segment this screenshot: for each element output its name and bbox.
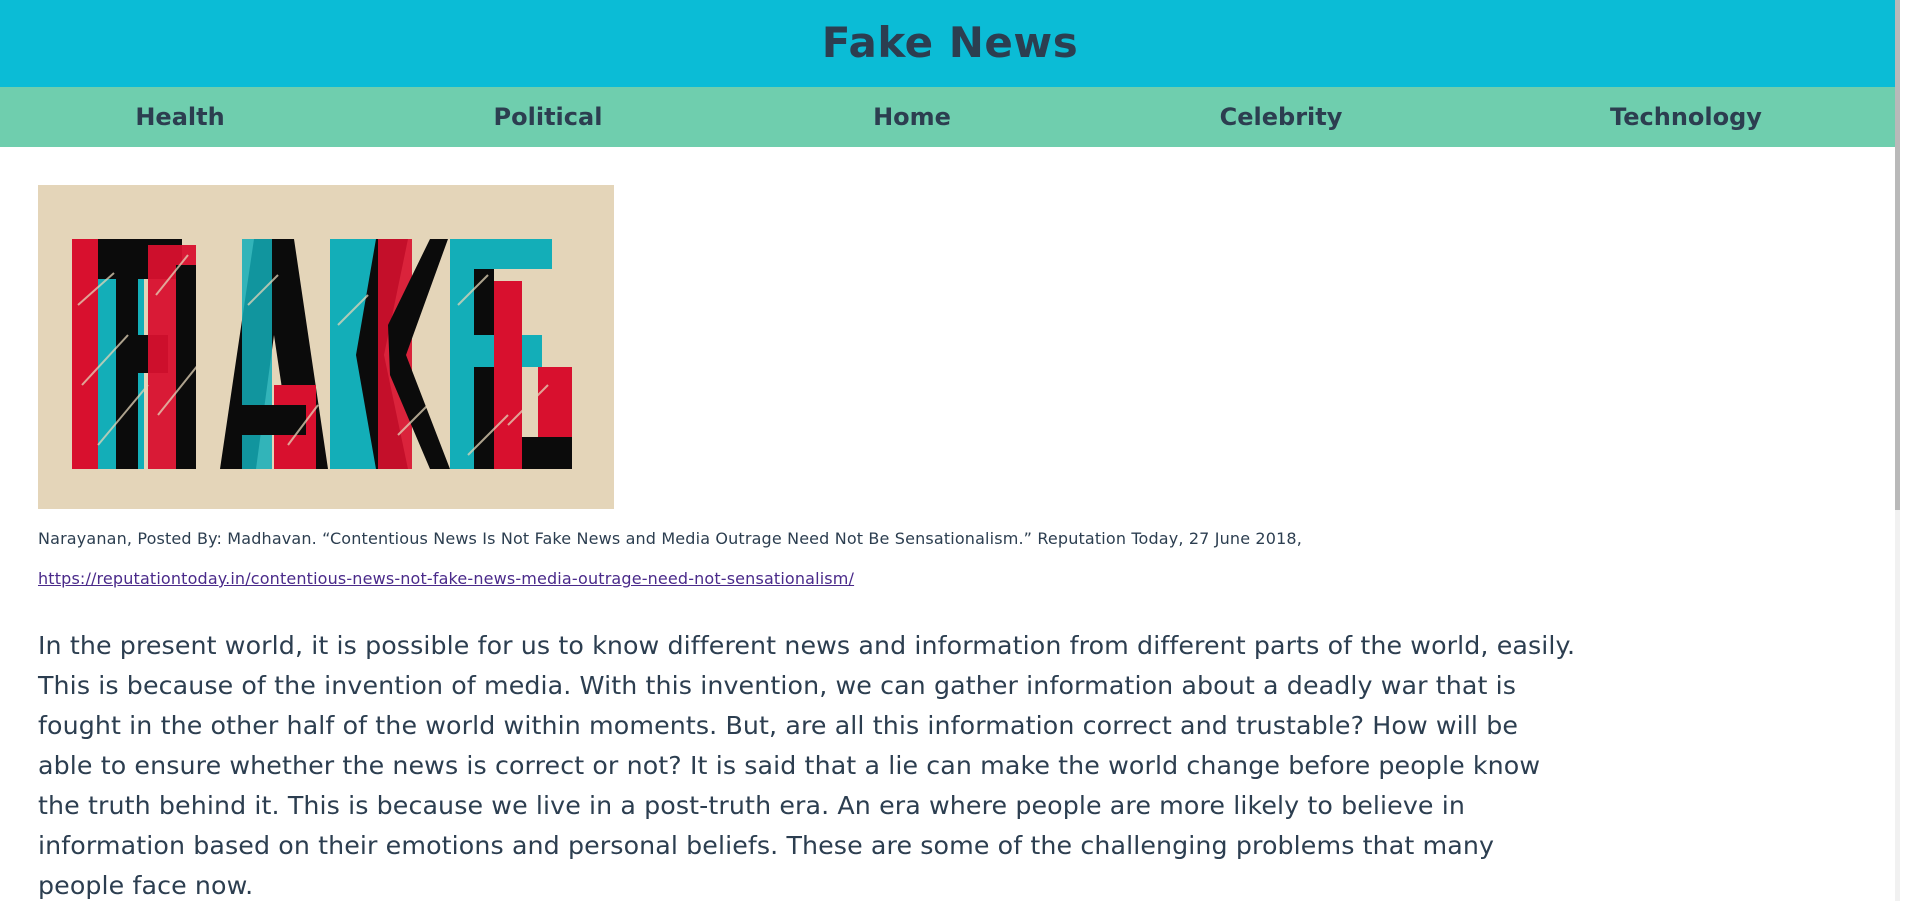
main-content: Narayanan, Posted By: Madhavan. “Content… [0, 147, 1900, 901]
scrollbar[interactable] [1895, 0, 1900, 901]
main-nav: Health Political Home Celebrity Technolo… [0, 87, 1900, 147]
nav-item-technology[interactable]: Technology [1610, 87, 1762, 147]
site-title: Fake News [821, 18, 1079, 67]
nav-item-celebrity[interactable]: Celebrity [1220, 87, 1343, 147]
nav-item-political[interactable]: Political [494, 87, 603, 147]
scroll-thumb[interactable] [1895, 0, 1900, 510]
article-paragraph: In the present world, it is possible for… [38, 631, 1576, 900]
nav-item-health[interactable]: Health [135, 87, 224, 147]
site-header: Fake News [0, 0, 1900, 87]
nav-item-home[interactable]: Home [873, 87, 951, 147]
page: Fake News Health Political Home Celebrit… [0, 0, 1900, 901]
image-citation: Narayanan, Posted By: Madhavan. “Content… [38, 529, 1302, 548]
fake-news-image [38, 185, 614, 509]
citation-link[interactable]: https://reputationtoday.in/contentious-n… [38, 569, 854, 588]
